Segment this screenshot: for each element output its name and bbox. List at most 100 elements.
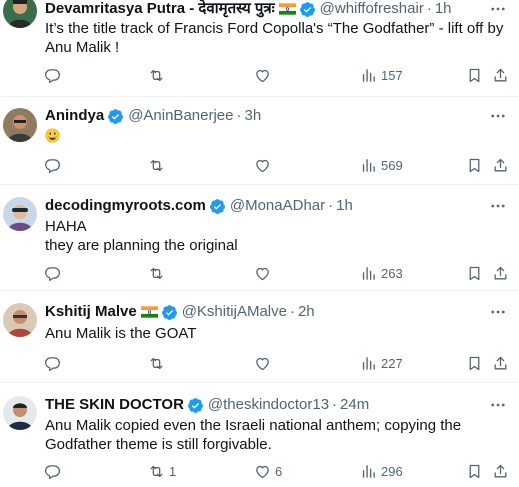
bookmark-icon	[469, 158, 480, 172]
like-count: 6	[275, 463, 283, 479]
repost-button[interactable]	[148, 263, 169, 283]
timestamp[interactable]: 1h	[435, 0, 452, 19]
share-icon	[494, 158, 507, 171]
reply-button[interactable]	[44, 461, 65, 481]
repost-button[interactable]: 1	[148, 461, 176, 481]
verified-badge-icon	[161, 304, 177, 320]
handle[interactable]: @MonaADhar	[230, 196, 325, 216]
more-icon[interactable]	[489, 0, 507, 18]
tweet[interactable]: THE SKIN DOCTOR @theskindoctor13 · 24m A…	[0, 383, 519, 487]
display-name[interactable]: Anindya	[45, 106, 104, 126]
repost-button[interactable]	[148, 353, 169, 373]
tweet-actions: 227	[0, 353, 519, 373]
bookmark-button[interactable]	[466, 155, 483, 175]
repost-icon	[150, 357, 163, 369]
views-button[interactable]: 296	[360, 461, 403, 481]
bookmark-icon	[469, 68, 480, 82]
more-icon[interactable]	[489, 396, 507, 414]
tweet-text: It’s the title track of Francis Ford Cop…	[45, 20, 504, 56]
reply-button[interactable]	[44, 65, 65, 85]
views-button[interactable]: 227	[360, 353, 403, 373]
timestamp[interactable]: 24m	[340, 395, 369, 415]
reply-icon	[44, 158, 61, 173]
view-count: 227	[381, 355, 403, 371]
reply-icon	[44, 356, 61, 371]
timestamp[interactable]: 3h	[244, 106, 261, 126]
tweet-text: Anu Malik is the GOAT	[45, 325, 197, 342]
tweet-header: Devamritasya Putra - देवामृतस्य पुत्रः @…	[45, 0, 479, 19]
avatar[interactable]	[3, 108, 37, 142]
tweet[interactable]: Anindya @AninBanerjee · 3h 569	[0, 97, 519, 185]
handle[interactable]: @theskindoctor13	[208, 395, 329, 415]
tweet[interactable]: Kshitij Malve @KshitijAMalve · 2h Anu Ma…	[0, 291, 519, 383]
reply-icon	[44, 68, 61, 83]
view-count: 263	[381, 265, 403, 281]
share-button[interactable]	[492, 461, 509, 481]
bookmark-button[interactable]	[466, 461, 483, 481]
reply-button[interactable]	[44, 155, 65, 175]
india-flag-icon	[140, 306, 158, 318]
like-button[interactable]	[254, 263, 275, 283]
bookmark-button[interactable]	[466, 353, 483, 373]
reply-icon	[44, 266, 61, 281]
avatar[interactable]	[3, 197, 37, 231]
views-button[interactable]: 569	[360, 155, 403, 175]
avatar[interactable]	[3, 0, 37, 28]
tweet-actions: 1 6 296	[0, 461, 519, 481]
display-name[interactable]: Devamritasya Putra - देवामृतस्य पुत्रः	[45, 0, 275, 19]
more-icon[interactable]	[489, 303, 507, 321]
reply-button[interactable]	[44, 353, 65, 373]
tweet-header: THE SKIN DOCTOR @theskindoctor13 · 24m	[45, 395, 479, 415]
repost-button[interactable]	[148, 155, 169, 175]
display-name[interactable]: decodingmyroots.com	[45, 196, 206, 216]
repost-icon	[150, 465, 163, 477]
like-icon	[256, 465, 269, 478]
like-button[interactable]	[254, 65, 275, 85]
verified-badge-icon	[108, 108, 124, 124]
like-icon	[256, 357, 269, 370]
separator-dot: ·	[328, 197, 334, 214]
avatar[interactable]	[3, 396, 37, 430]
share-button[interactable]	[492, 263, 509, 283]
timestamp[interactable]: 1h	[336, 196, 353, 216]
handle[interactable]: @whiffofreshair	[320, 0, 424, 19]
share-button[interactable]	[492, 155, 509, 175]
bookmark-button[interactable]	[466, 263, 483, 283]
tweet[interactable]: Devamritasya Putra - देवामृतस्य पुत्रः @…	[0, 0, 519, 97]
display-name[interactable]: THE SKIN DOCTOR	[45, 395, 184, 415]
display-name[interactable]: Kshitij Malve	[45, 302, 137, 322]
repost-count: 1	[169, 463, 177, 479]
more-icon[interactable]	[489, 107, 507, 125]
repost-button[interactable]	[148, 65, 169, 85]
share-button[interactable]	[492, 65, 509, 85]
like-button[interactable]	[254, 353, 275, 373]
tweet-actions: 569	[0, 155, 519, 175]
reply-feed: Devamritasya Putra - देवामृतस्य पुत्रः @…	[0, 0, 519, 487]
avatar[interactable]	[3, 303, 37, 337]
verified-badge-icon	[187, 397, 203, 413]
timestamp[interactable]: 2h	[298, 302, 315, 322]
like-button[interactable]	[254, 155, 275, 175]
more-icon[interactable]	[489, 197, 507, 215]
bookmark-button[interactable]	[466, 65, 483, 85]
tweet-text: HAHA they are planning the original	[45, 218, 238, 254]
reply-button[interactable]	[44, 263, 65, 283]
like-icon	[256, 267, 269, 280]
share-icon	[494, 266, 507, 279]
view-count: 157	[381, 67, 403, 83]
like-icon	[256, 159, 269, 172]
handle[interactable]: @AninBanerjee	[128, 106, 233, 126]
views-button[interactable]: 157	[360, 65, 403, 85]
share-icon	[494, 464, 507, 477]
views-button[interactable]: 263	[360, 263, 403, 283]
handle[interactable]: @KshitijAMalve	[182, 302, 287, 322]
tweet-header: decodingmyroots.com @MonaADhar · 1h	[45, 196, 479, 216]
repost-icon	[150, 69, 163, 81]
like-button[interactable]: 6	[254, 461, 282, 481]
tweet-text: Anu Malik copied even the Israeli nation…	[45, 417, 462, 453]
tweet-header: Kshitij Malve @KshitijAMalve · 2h	[45, 302, 479, 322]
tweet[interactable]: decodingmyroots.com @MonaADhar · 1h HAHA…	[0, 185, 519, 291]
repost-icon	[150, 267, 163, 279]
share-button[interactable]	[492, 353, 509, 373]
separator-dot: ·	[289, 303, 295, 320]
